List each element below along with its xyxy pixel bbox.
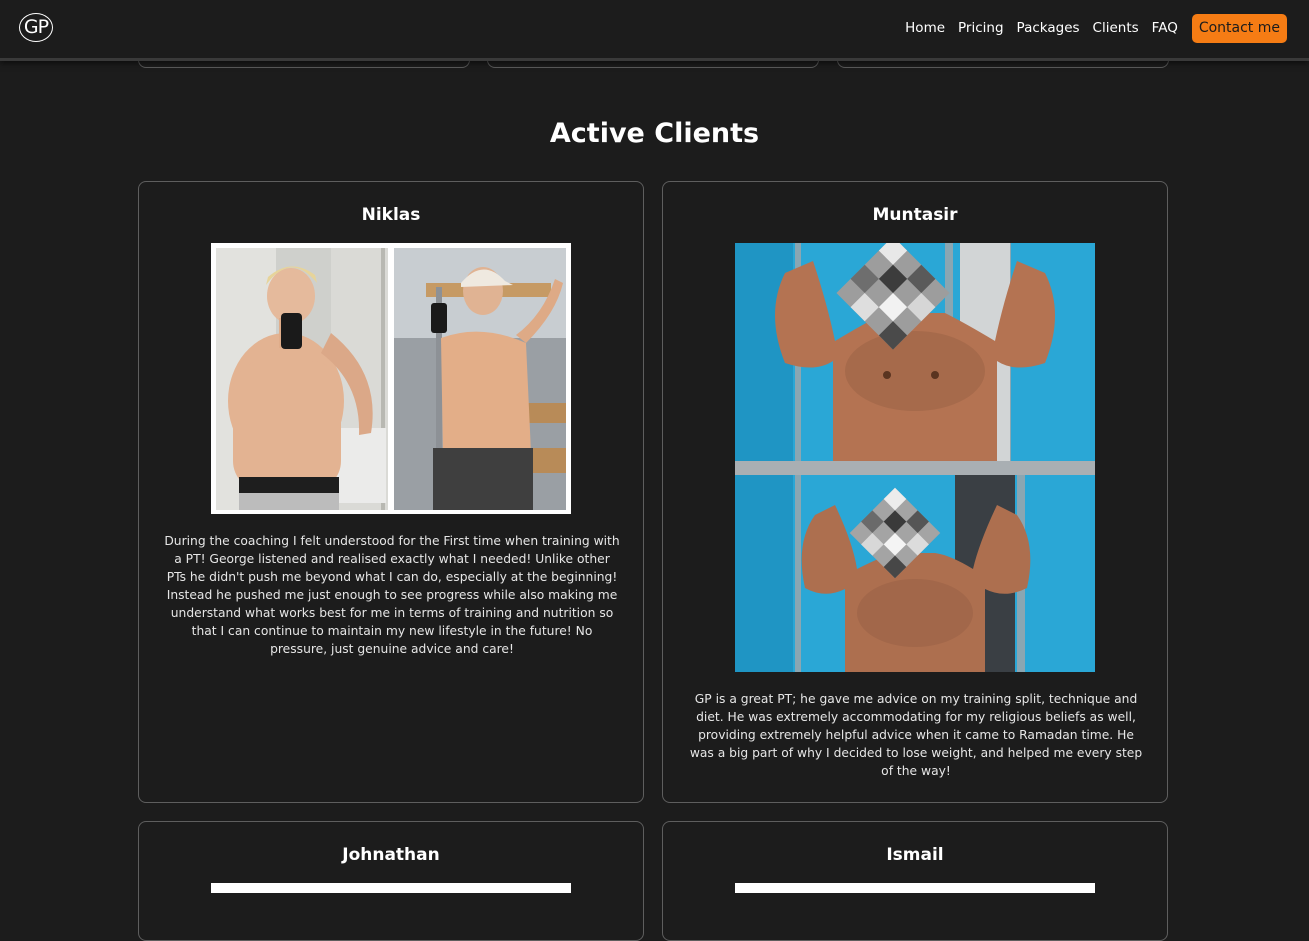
client-name: Muntasir	[872, 205, 958, 225]
contact-button[interactable]: Contact me	[1191, 13, 1287, 43]
nav-link-faq[interactable]: FAQ	[1152, 20, 1178, 36]
client-testimonial: During the coaching I felt understood fo…	[164, 534, 620, 656]
client-name: Ismail	[886, 845, 944, 865]
client-photo	[735, 243, 1095, 672]
client-name: Johnathan	[342, 845, 440, 865]
client-photo	[211, 243, 571, 514]
nav-link-clients[interactable]: Clients	[1093, 20, 1139, 36]
client-card-johnathan: Johnathan	[138, 821, 644, 941]
client-card-ismail: Ismail	[662, 821, 1168, 941]
nav-link-packages[interactable]: Packages	[1017, 20, 1080, 36]
client-name: Niklas	[361, 205, 421, 225]
client-testimonial: GP is a great PT; he gave me advice on m…	[689, 692, 1143, 778]
client-photo	[211, 883, 571, 893]
logo[interactable]: GP	[19, 13, 53, 42]
section-title: Active Clients	[549, 118, 760, 149]
nav-links: Home Pricing Packages Clients FAQ Contac…	[905, 13, 1287, 43]
nav-link-home[interactable]: Home	[905, 20, 945, 36]
client-photo	[735, 883, 1095, 893]
navbar: GP Home Pricing Packages Clients FAQ Con…	[0, 0, 1309, 61]
client-card-muntasir: Muntasir GP is a great PT; he gave me ad…	[662, 181, 1168, 803]
nav-link-pricing[interactable]: Pricing	[958, 20, 1004, 36]
client-card-niklas: Niklas During the coaching I felt unders…	[138, 181, 644, 803]
